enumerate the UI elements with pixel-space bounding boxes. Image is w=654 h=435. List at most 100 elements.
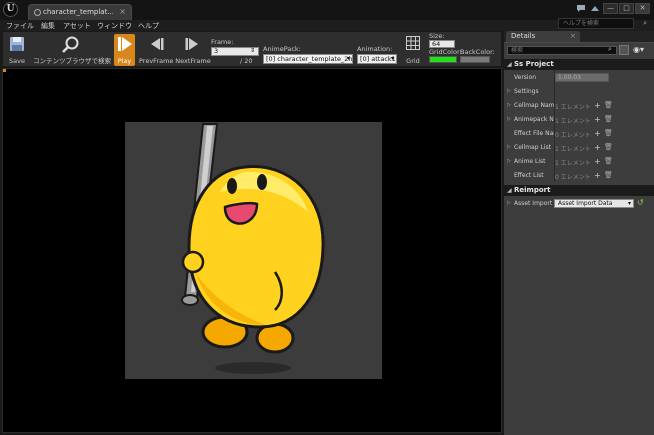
- menu-edit[interactable]: 編集: [41, 21, 55, 31]
- animepack-value: [0] character_template_2head: [266, 55, 353, 63]
- prop-animepack-names[interactable]: ▷ Animepack Names 1 エレメント + 🗑: [504, 113, 654, 127]
- title-bar: U character_templat... × — □ ✕: [0, 0, 654, 20]
- trash-icon[interactable]: 🗑: [604, 129, 613, 137]
- expand-arrow-icon[interactable]: ▷: [507, 200, 511, 206]
- next-frame-button[interactable]: NextFrame: [175, 34, 211, 66]
- expand-arrow-icon[interactable]: ▷: [507, 116, 511, 122]
- prop-effect-list-name: Effect List: [514, 172, 544, 179]
- animepack-select[interactable]: [0] character_template_2head ▾: [263, 54, 353, 64]
- menu-file[interactable]: ファイル: [6, 21, 34, 31]
- details-body: 検索 ⌕ ◉▾ ◢ Ss Project Version 1.00.03 ▷ S…: [504, 42, 654, 435]
- prop-anime-list[interactable]: ▷ Anime List 1 エレメント + 🗑: [504, 155, 654, 169]
- frame-label: Frame:: [211, 38, 234, 46]
- prop-settings-name: Settings: [514, 88, 539, 95]
- browse-content-button[interactable]: コンテンツブラウザで検索: [33, 34, 111, 66]
- add-element-icon[interactable]: +: [594, 171, 601, 180]
- add-element-icon[interactable]: +: [594, 129, 601, 138]
- sprite-shadow: [215, 362, 291, 374]
- toolbar: Save コンテンツブラウザで検索 Play PrevFrame NextFra…: [2, 31, 502, 67]
- size-label: Size:: [429, 32, 445, 40]
- asset-icon: [34, 9, 41, 16]
- prop-version-value[interactable]: 1.00.03: [555, 73, 609, 82]
- window-controls: — □ ✕: [603, 3, 650, 14]
- search-icon[interactable]: ⌕: [608, 45, 612, 54]
- help-search-input[interactable]: ヘルプを検索: [558, 18, 634, 29]
- character-sprite: [181, 123, 325, 374]
- tab-close-icon[interactable]: ×: [119, 7, 126, 16]
- play-button[interactable]: Play: [114, 34, 135, 66]
- trash-icon[interactable]: 🗑: [604, 143, 613, 151]
- magnifier-icon: [62, 36, 79, 53]
- browse-label: コンテンツブラウザで検索: [33, 57, 111, 65]
- prop-version-name: Version: [514, 74, 537, 81]
- left-hand: [181, 250, 205, 274]
- expand-arrow-icon[interactable]: ▷: [507, 102, 511, 108]
- play-icon: [117, 37, 132, 51]
- expand-arrow-icon[interactable]: ▷: [507, 158, 511, 164]
- maximize-button[interactable]: □: [619, 3, 634, 14]
- prev-frame-label: PrevFrame: [139, 57, 174, 65]
- save-button[interactable]: Save: [5, 34, 29, 66]
- grid-button[interactable]: Grid: [401, 34, 425, 66]
- prev-frame-icon: [151, 38, 164, 50]
- reset-icon[interactable]: ↺: [637, 198, 644, 207]
- close-button[interactable]: ✕: [635, 3, 650, 14]
- sprite-viewport[interactable]: [2, 68, 502, 433]
- details-panel: Details × 検索 ⌕ ◉▾ ◢ Ss Project Version 1…: [504, 31, 654, 435]
- add-element-icon[interactable]: +: [594, 143, 601, 152]
- details-tab[interactable]: Details ×: [506, 31, 580, 42]
- expand-arrow-icon[interactable]: ▷: [507, 88, 511, 94]
- trash-icon[interactable]: 🗑: [604, 171, 613, 179]
- document-tab[interactable]: character_templat... ×: [28, 4, 132, 20]
- menu-window[interactable]: ウィンドウ: [97, 21, 132, 31]
- frame-spin-icon[interactable]: ⇕: [250, 47, 255, 54]
- add-element-icon[interactable]: +: [594, 101, 601, 110]
- back-color-swatch[interactable]: [460, 56, 490, 63]
- trash-icon[interactable]: 🗑: [604, 115, 613, 123]
- trash-icon[interactable]: 🗑: [604, 101, 613, 109]
- grid-color-swatch[interactable]: [429, 56, 457, 63]
- menu-help[interactable]: ヘルプ: [138, 21, 159, 31]
- close-icon[interactable]: ×: [570, 31, 576, 42]
- minimize-button[interactable]: —: [603, 3, 618, 14]
- add-element-icon[interactable]: +: [594, 115, 601, 124]
- right-eye: [257, 174, 267, 190]
- details-search-input[interactable]: 検索: [507, 46, 617, 55]
- asset-import-select[interactable]: Asset Import Data ▾: [554, 199, 634, 208]
- menu-bar: ファイル 編集 アセット ウィンドウ ヘルプ: [0, 20, 654, 31]
- size-input[interactable]: 64: [429, 40, 455, 48]
- eye-icon[interactable]: ◉▾: [633, 45, 644, 54]
- prop-cellmap-names[interactable]: ▷ Cellmap Names 1 エレメント + 🗑: [504, 99, 654, 113]
- trash-icon[interactable]: 🗑: [604, 157, 613, 165]
- category-reimport[interactable]: ◢ Reimport: [504, 185, 654, 196]
- property-matrix-icon[interactable]: [619, 45, 629, 55]
- add-element-icon[interactable]: +: [594, 157, 601, 166]
- prop-cellmap-names-value: 1 エレメント: [555, 104, 591, 111]
- category-ss-project-label: Ss Project: [514, 60, 554, 68]
- chevron-down-icon: ▾: [627, 200, 631, 207]
- category-reimport-label: Reimport: [514, 186, 551, 194]
- menu-asset[interactable]: アセット: [63, 21, 91, 31]
- prop-animepack-names-value: 1 エレメント: [555, 118, 591, 125]
- details-tab-label: Details: [511, 32, 536, 40]
- chevron-down-icon: ▾: [390, 55, 394, 62]
- prop-cellmap-names-name: Cellmap Names: [514, 102, 554, 109]
- prop-effect-list-value: 0 エレメント: [555, 174, 591, 181]
- prev-frame-button[interactable]: PrevFrame: [139, 34, 173, 66]
- prop-settings[interactable]: ▷ Settings: [504, 85, 654, 99]
- chat-icon[interactable]: [576, 4, 586, 13]
- chevron-down-icon: ▾: [346, 55, 350, 62]
- help-search-icon[interactable]: ⌕: [643, 19, 647, 28]
- prop-asset-import-data[interactable]: ▷ Asset Import D... Asset Import Data ▾ …: [504, 197, 654, 211]
- animation-select[interactable]: [0] attack1 ▾: [357, 54, 397, 64]
- document-tab-label: character_templat...: [43, 8, 113, 16]
- grid-label: Grid: [406, 57, 420, 65]
- frame-value: 3: [214, 47, 219, 55]
- sprite-canvas[interactable]: [125, 122, 382, 379]
- category-ss-project[interactable]: ◢ Ss Project: [504, 59, 654, 70]
- animepack-label: AnimePack:: [263, 45, 301, 53]
- prop-cellmap-list[interactable]: ▷ Cellmap List 1 エレメント + 🗑: [504, 141, 654, 155]
- expand-arrow-icon[interactable]: ▷: [507, 144, 511, 150]
- source-control-icon[interactable]: [590, 4, 600, 13]
- prop-asset-import-name: Asset Import D...: [514, 200, 554, 207]
